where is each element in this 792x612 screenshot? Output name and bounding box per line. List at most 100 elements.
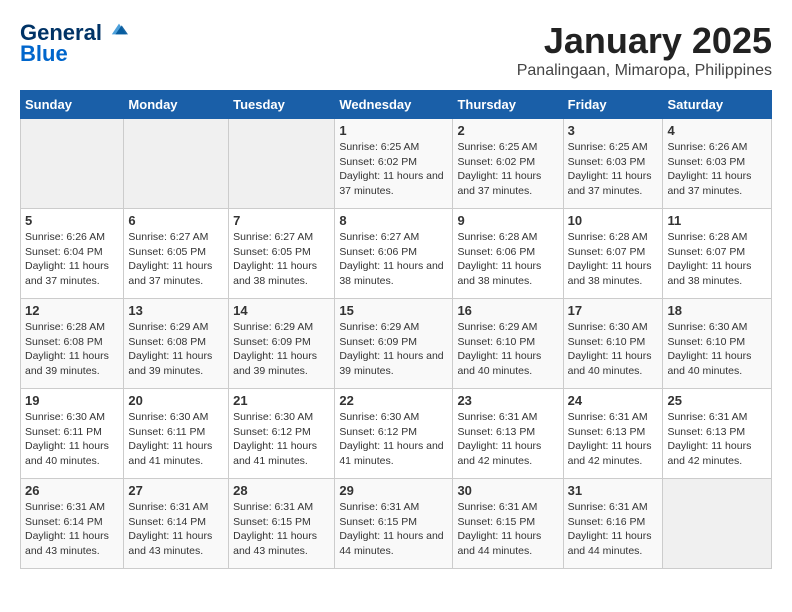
table-row: 19 Sunrise: 6:30 AMSunset: 6:11 PMDayligh… (21, 389, 124, 479)
page-title: January 2025 (517, 20, 772, 62)
day-info: Sunrise: 6:29 AMSunset: 6:10 PMDaylight:… (457, 320, 558, 379)
table-row: 3 Sunrise: 6:25 AMSunset: 6:03 PMDaylight… (563, 119, 663, 209)
day-info: Sunrise: 6:31 AMSunset: 6:14 PMDaylight:… (25, 500, 119, 559)
day-info: Sunrise: 6:30 AMSunset: 6:11 PMDaylight:… (25, 410, 119, 469)
table-row: 14Sunrise: 6:29 AMSunset: 6:09 PMDayligh… (229, 299, 335, 389)
day-info: Sunrise: 6:25 AMSunset: 6:02 PMDaylight:… (457, 140, 558, 199)
calendar-week-row: 12 Sunrise: 6:28 AMSunset: 6:08 PMDayligh… (21, 299, 772, 389)
header-wednesday: Wednesday (335, 91, 453, 119)
day-number: 2 (457, 123, 558, 138)
day-info: Sunrise: 6:30 AMSunset: 6:12 PMDaylight:… (233, 410, 330, 469)
header-thursday: Thursday (453, 91, 563, 119)
day-number: 13 (128, 303, 224, 318)
page-subtitle: Panalingaan, Mimaropa, Philippines (517, 62, 772, 80)
day-info: Sunrise: 6:30 AMSunset: 6:10 PMDaylight:… (667, 320, 767, 379)
table-row: 31Sunrise: 6:31 AMSunset: 6:16 PMDayligh… (563, 479, 663, 569)
logo: General Blue (20, 20, 128, 67)
day-info: Sunrise: 6:28 AMSunset: 6:07 PMDaylight:… (568, 230, 659, 289)
calendar-header-row: Sunday Monday Tuesday Wednesday Thursday… (21, 91, 772, 119)
table-row: 6 Sunrise: 6:27 AMSunset: 6:05 PMDaylight… (124, 209, 229, 299)
table-row (21, 119, 124, 209)
title-block: January 2025 Panalingaan, Mimaropa, Phil… (517, 20, 772, 80)
day-info: Sunrise: 6:30 AMSunset: 6:10 PMDaylight:… (568, 320, 659, 379)
day-info: Sunrise: 6:31 AMSunset: 6:13 PMDaylight:… (667, 410, 767, 469)
day-info: Sunrise: 6:31 AMSunset: 6:13 PMDaylight:… (568, 410, 659, 469)
day-info: Sunrise: 6:27 AMSunset: 6:06 PMDaylight:… (339, 230, 448, 289)
day-info: Sunrise: 6:26 AMSunset: 6:04 PMDaylight:… (25, 230, 119, 289)
table-row: 4 Sunrise: 6:26 AMSunset: 6:03 PMDaylight… (663, 119, 772, 209)
calendar-table: Sunday Monday Tuesday Wednesday Thursday… (20, 90, 772, 569)
day-number: 17 (568, 303, 659, 318)
table-row: 2 Sunrise: 6:25 AMSunset: 6:02 PMDaylight… (453, 119, 563, 209)
day-number: 4 (667, 123, 767, 138)
table-row: 25Sunrise: 6:31 AMSunset: 6:13 PMDayligh… (663, 389, 772, 479)
day-number: 6 (128, 213, 224, 228)
calendar-week-row: 5 Sunrise: 6:26 AMSunset: 6:04 PMDaylight… (21, 209, 772, 299)
day-number: 5 (25, 213, 119, 228)
calendar-week-row: 26 Sunrise: 6:31 AMSunset: 6:14 PMDayligh… (21, 479, 772, 569)
table-row: 20 Sunrise: 6:30 AMSunset: 6:11 PMDayligh… (124, 389, 229, 479)
table-row: 29 Sunrise: 6:31 AMSunset: 6:15 PMDayligh… (335, 479, 453, 569)
day-number: 9 (457, 213, 558, 228)
logo-icon (110, 20, 128, 38)
header-tuesday: Tuesday (229, 91, 335, 119)
table-row: 17 Sunrise: 6:30 AMSunset: 6:10 PMDayligh… (563, 299, 663, 389)
day-number: 10 (568, 213, 659, 228)
day-info: Sunrise: 6:26 AMSunset: 6:03 PMDaylight:… (667, 140, 767, 199)
day-number: 19 (25, 393, 119, 408)
day-number: 3 (568, 123, 659, 138)
day-number: 8 (339, 213, 448, 228)
table-row: 27 Sunrise: 6:31 AMSunset: 6:14 PMDayligh… (124, 479, 229, 569)
day-info: Sunrise: 6:25 AMSunset: 6:02 PMDaylight:… (339, 140, 448, 199)
table-row: 24 Sunrise: 6:31 AMSunset: 6:13 PMDayligh… (563, 389, 663, 479)
day-number: 28 (233, 483, 330, 498)
table-row: 8 Sunrise: 6:27 AMSunset: 6:06 PMDaylight… (335, 209, 453, 299)
day-info: Sunrise: 6:27 AMSunset: 6:05 PMDaylight:… (128, 230, 224, 289)
day-number: 11 (667, 213, 767, 228)
day-info: Sunrise: 6:29 AMSunset: 6:09 PMDaylight:… (339, 320, 448, 379)
table-row: 16 Sunrise: 6:29 AMSunset: 6:10 PMDayligh… (453, 299, 563, 389)
day-number: 24 (568, 393, 659, 408)
table-row (663, 479, 772, 569)
table-row: 22Sunrise: 6:30 AMSunset: 6:12 PMDayligh… (335, 389, 453, 479)
day-info: Sunrise: 6:29 AMSunset: 6:08 PMDaylight:… (128, 320, 224, 379)
day-number: 12 (25, 303, 119, 318)
day-info: Sunrise: 6:28 AMSunset: 6:08 PMDaylight:… (25, 320, 119, 379)
day-info: Sunrise: 6:29 AMSunset: 6:09 PMDaylight:… (233, 320, 330, 379)
table-row: 7Sunrise: 6:27 AMSunset: 6:05 PMDaylight… (229, 209, 335, 299)
day-number: 27 (128, 483, 224, 498)
table-row: 9Sunrise: 6:28 AMSunset: 6:06 PMDaylight… (453, 209, 563, 299)
day-number: 7 (233, 213, 330, 228)
table-row: 28 Sunrise: 6:31 AMSunset: 6:15 PMDayligh… (229, 479, 335, 569)
page-header: General Blue January 2025 Panalingaan, M… (20, 20, 772, 80)
day-info: Sunrise: 6:31 AMSunset: 6:14 PMDaylight:… (128, 500, 224, 559)
table-row: 12 Sunrise: 6:28 AMSunset: 6:08 PMDayligh… (21, 299, 124, 389)
table-row: 5 Sunrise: 6:26 AMSunset: 6:04 PMDaylight… (21, 209, 124, 299)
calendar-week-row: 19 Sunrise: 6:30 AMSunset: 6:11 PMDayligh… (21, 389, 772, 479)
day-info: Sunrise: 6:31 AMSunset: 6:15 PMDaylight:… (233, 500, 330, 559)
table-row (124, 119, 229, 209)
day-number: 21 (233, 393, 330, 408)
day-info: Sunrise: 6:30 AMSunset: 6:12 PMDaylight:… (339, 410, 448, 469)
day-info: Sunrise: 6:31 AMSunset: 6:13 PMDaylight:… (457, 410, 558, 469)
table-row: 26 Sunrise: 6:31 AMSunset: 6:14 PMDayligh… (21, 479, 124, 569)
day-number: 30 (457, 483, 558, 498)
table-row: 13 Sunrise: 6:29 AMSunset: 6:08 PMDayligh… (124, 299, 229, 389)
day-info: Sunrise: 6:25 AMSunset: 6:03 PMDaylight:… (568, 140, 659, 199)
day-info: Sunrise: 6:31 AMSunset: 6:16 PMDaylight:… (568, 500, 659, 559)
day-number: 16 (457, 303, 558, 318)
day-info: Sunrise: 6:30 AMSunset: 6:11 PMDaylight:… (128, 410, 224, 469)
day-number: 20 (128, 393, 224, 408)
table-row (229, 119, 335, 209)
day-info: Sunrise: 6:31 AMSunset: 6:15 PMDaylight:… (339, 500, 448, 559)
table-row: 23Sunrise: 6:31 AMSunset: 6:13 PMDayligh… (453, 389, 563, 479)
day-number: 29 (339, 483, 448, 498)
day-info: Sunrise: 6:28 AMSunset: 6:07 PMDaylight:… (667, 230, 767, 289)
calendar-week-row: 1Sunrise: 6:25 AMSunset: 6:02 PMDaylight… (21, 119, 772, 209)
day-number: 26 (25, 483, 119, 498)
table-row: 21 Sunrise: 6:30 AMSunset: 6:12 PMDayligh… (229, 389, 335, 479)
table-row: 15Sunrise: 6:29 AMSunset: 6:09 PMDayligh… (335, 299, 453, 389)
header-monday: Monday (124, 91, 229, 119)
table-row: 10 Sunrise: 6:28 AMSunset: 6:07 PMDayligh… (563, 209, 663, 299)
header-friday: Friday (563, 91, 663, 119)
